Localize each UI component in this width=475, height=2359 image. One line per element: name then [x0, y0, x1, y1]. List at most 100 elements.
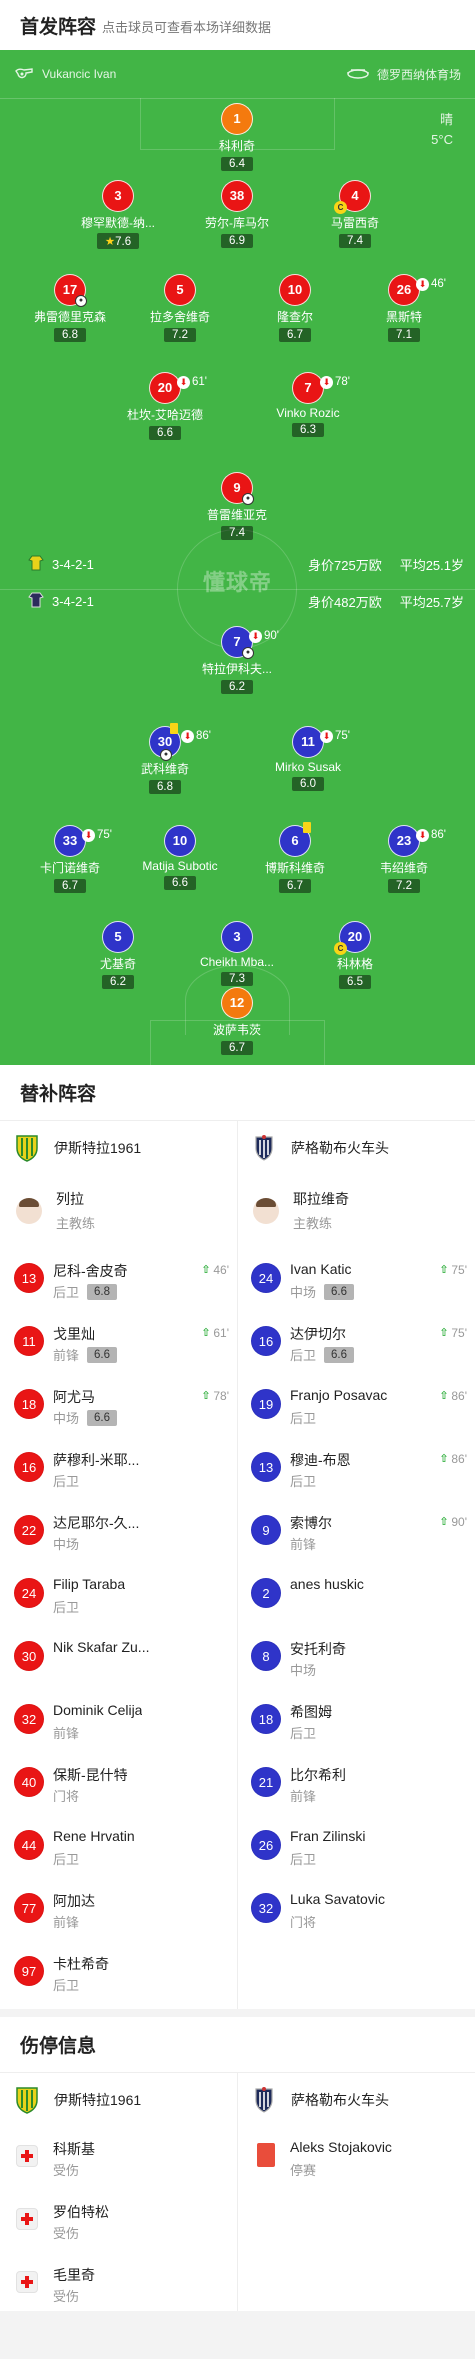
sub-name: 穆迪-布恩 [290, 1452, 351, 1468]
sub-away-7[interactable]: 8 安托利奇 中场 [237, 1625, 475, 1687]
player-number: 3 [102, 180, 134, 212]
sub-home-3[interactable]: 18 阿尤马 中场 6.6 ⇧ 78' [0, 1373, 237, 1435]
player-home-10[interactable]: 7 ⬇ 78' Vinko Rozic 6.3 [243, 372, 373, 438]
sub-out-time: ⬇ 86' [181, 722, 211, 751]
player-number: 17 ● [54, 274, 87, 307]
home-coach[interactable]: 列拉 主教练 [16, 1189, 95, 1232]
player-home-1[interactable]: 1 科利奇 6.4 [172, 103, 302, 172]
home-crest-icon [14, 1133, 40, 1163]
sub-away-9[interactable]: 21 比尔希利 前锋 [237, 1751, 475, 1813]
player-number: 11 ⬇ 75' [292, 726, 350, 758]
player-away-10[interactable]: 20 C 科林格 6.5 [290, 921, 420, 990]
player-number: 3 [221, 921, 253, 953]
sub-away-8[interactable]: 18 希图姆 后卫 [237, 1688, 475, 1750]
sub-in-time: ⇧ 75' [439, 1263, 467, 1277]
sub-in-icon: ⇧ [439, 1389, 449, 1402]
sub-rating: 6.6 [324, 1283, 355, 1300]
sub-away-10[interactable]: 26 Fran Zilinski 后卫 [237, 1814, 475, 1876]
player-away-2[interactable]: 30 ⬇ 86' ● 武科维奇 6.8 [100, 723, 230, 795]
injury-section-header: 伤停信息 [0, 2017, 475, 2073]
sub-away-3[interactable]: 19 Franjo Posavac 后卫 ⇧ 86' [237, 1373, 475, 1435]
sub-home-4[interactable]: 16 萨穆利-米耶... 后卫 [0, 1436, 237, 1498]
player-number: 12 [221, 987, 253, 1019]
sub-away-2[interactable]: 16 达伊切尔 后卫 6.6 ⇧ 75' [237, 1310, 475, 1372]
away-formation: 3-4-2-1 [52, 594, 94, 609]
sub-name: Ivan Katic [290, 1261, 352, 1277]
sub-away-5[interactable]: 9 索博尔 前锋 ⇧ 90' [237, 1499, 475, 1561]
sub-away-11[interactable]: 32 Luka Savatovic 门将 [237, 1877, 475, 1939]
away-value: 身价482万欧 [308, 595, 382, 610]
player-home-2[interactable]: 3 穆罕默德-纳... ★7.6 [53, 180, 183, 250]
sub-away-6[interactable]: 2 anes huskic [237, 1562, 475, 1624]
away-team-header[interactable]: 萨格勒布火车头 [251, 1133, 389, 1163]
player-home-11[interactable]: 9 ● 普雷维亚克 7.4 [172, 472, 302, 541]
sub-position-row: 后卫 6.6 [290, 1345, 355, 1364]
player-away-8[interactable]: 5 尤基奇 6.2 [53, 921, 183, 990]
sub-position: 门将 [53, 1789, 80, 1804]
sub-in-time: ⇧ 46' [201, 1263, 229, 1277]
player-home-6[interactable]: 5 拉多舍维奇 7.2 [115, 274, 245, 343]
player-rating: 6.3 [292, 423, 324, 437]
player-number: 30 ⬇ 86' ● [149, 723, 211, 761]
injury-home-2[interactable]: 罗伯特松 受伤 [0, 2188, 237, 2250]
sub-number: 21 [251, 1767, 281, 1797]
player-home-3[interactable]: 38 劳尔-库马尔 6.9 [172, 180, 302, 249]
home-team-header[interactable]: 伊斯特拉1961 [14, 1133, 141, 1163]
sub-home-5[interactable]: 22 达尼耶尔-久... 中场 [0, 1499, 237, 1561]
player-name: 拉多舍维奇 [149, 310, 210, 324]
sub-home-7[interactable]: 30 Nik Skafar Zu... [0, 1625, 237, 1687]
sub-home-1[interactable]: 13 尼科-舍皮奇 后卫 6.8 ⇧ 46' [0, 1247, 237, 1309]
player-number: 7 ⬇ 78' [292, 372, 350, 404]
sub-out-icon: ⬇ [82, 829, 95, 842]
away-avg-age: 平均25.7岁 [399, 595, 465, 610]
sub-home-10[interactable]: 44 Rene Hrvatin 后卫 [0, 1814, 237, 1876]
player-rating: 7.3 [221, 972, 253, 986]
sub-number: 44 [14, 1830, 44, 1860]
player-away-11[interactable]: 12 波萨韦茨 6.7 [172, 987, 302, 1056]
away-coach[interactable]: 耶拉维奇 主教练 [253, 1189, 349, 1232]
lineup-page: 首发阵容 点击球员可查看本场详细数据 懂球帝 Vukancic Ivan 德罗西… [0, 0, 475, 2359]
player-away-9[interactable]: 3 Cheikh Mba... 7.3 [172, 921, 302, 987]
player-name: 劳尔-库马尔 [205, 216, 269, 230]
sub-away-1[interactable]: 24 Ivan Katic 中场 6.6 ⇧ 75' [237, 1247, 475, 1309]
away-team-name: 萨格勒布火车头 [291, 1140, 389, 1156]
weather-info: 晴 5°C [431, 110, 453, 150]
sub-position-row: 中场 6.6 [290, 1282, 355, 1301]
sub-number: 13 [251, 1452, 281, 1482]
sub-position: 前锋 [290, 1537, 317, 1552]
injury-home-1[interactable]: 科斯基 受伤 [0, 2125, 237, 2187]
player-rating: 6.2 [102, 975, 134, 989]
player-home-4[interactable]: 4C 马雷西奇 7.4 [290, 180, 420, 249]
player-rating: 6.7 [279, 879, 311, 893]
player-away-5[interactable]: 10 Matija Subotic 6.6 [115, 825, 245, 891]
home-team-header[interactable]: 伊斯特拉1961 [14, 2085, 141, 2115]
player-home-9[interactable]: 20 ⬇ 61' 杜坎-艾哈迈德 6.6 [100, 372, 230, 441]
injury-status: 停赛 [290, 2163, 317, 2178]
injury-away-1[interactable]: Aleks Stojakovic 停赛 [237, 2125, 475, 2187]
sub-home-8[interactable]: 32 Dominik Celija 前锋 [0, 1688, 237, 1750]
sub-number: 24 [251, 1263, 281, 1293]
player-away-7[interactable]: 23 ⬇ 86' 韦绍维奇 7.2 [339, 825, 469, 894]
sub-home-12[interactable]: 97 卡杜希奇 后卫 [0, 1940, 237, 2002]
player-rating: 6.5 [339, 975, 371, 989]
sub-rating: 6.6 [324, 1346, 355, 1363]
sub-home-6[interactable]: 24 Filip Taraba 后卫 [0, 1562, 237, 1624]
away-team-header[interactable]: 萨格勒布火车头 [251, 2085, 389, 2115]
player-away-3[interactable]: 11 ⬇ 75' Mirko Susak 6.0 [243, 726, 373, 792]
sub-name: 索博尔 [290, 1515, 332, 1531]
sub-home-2[interactable]: 11 戈里灿 前锋 6.6 ⇧ 61' [0, 1310, 237, 1372]
sub-away-4[interactable]: 13 穆迪-布恩 后卫 ⇧ 86' [237, 1436, 475, 1498]
sub-name: 保斯-昆什特 [53, 1767, 128, 1783]
home-avg-age: 平均25.1岁 [399, 558, 465, 573]
player-name: Vinko Rozic [276, 406, 340, 420]
player-home-8[interactable]: 26 ⬇ 46' 黑斯特 7.1 [339, 274, 469, 343]
injury-status: 受伤 [53, 2163, 80, 2178]
injury-home-3[interactable]: 毛里奇 受伤 [0, 2251, 237, 2313]
sub-number: 26 [251, 1830, 281, 1860]
pitch: 懂球帝 Vukancic Ivan 德罗西纳体育场 晴 5°C 1 科利奇 6.… [0, 50, 475, 1065]
sub-home-11[interactable]: 77 阿加达 前锋 [0, 1877, 237, 1939]
sub-home-9[interactable]: 40 保斯-昆什特 门将 [0, 1751, 237, 1813]
sub-out-time: ⬇ 75' [320, 722, 350, 751]
player-away-1[interactable]: 7 ⬇ 90' ● 特拉伊科夫... 6.2 [172, 626, 302, 695]
player-name: 科林格 [336, 957, 373, 971]
